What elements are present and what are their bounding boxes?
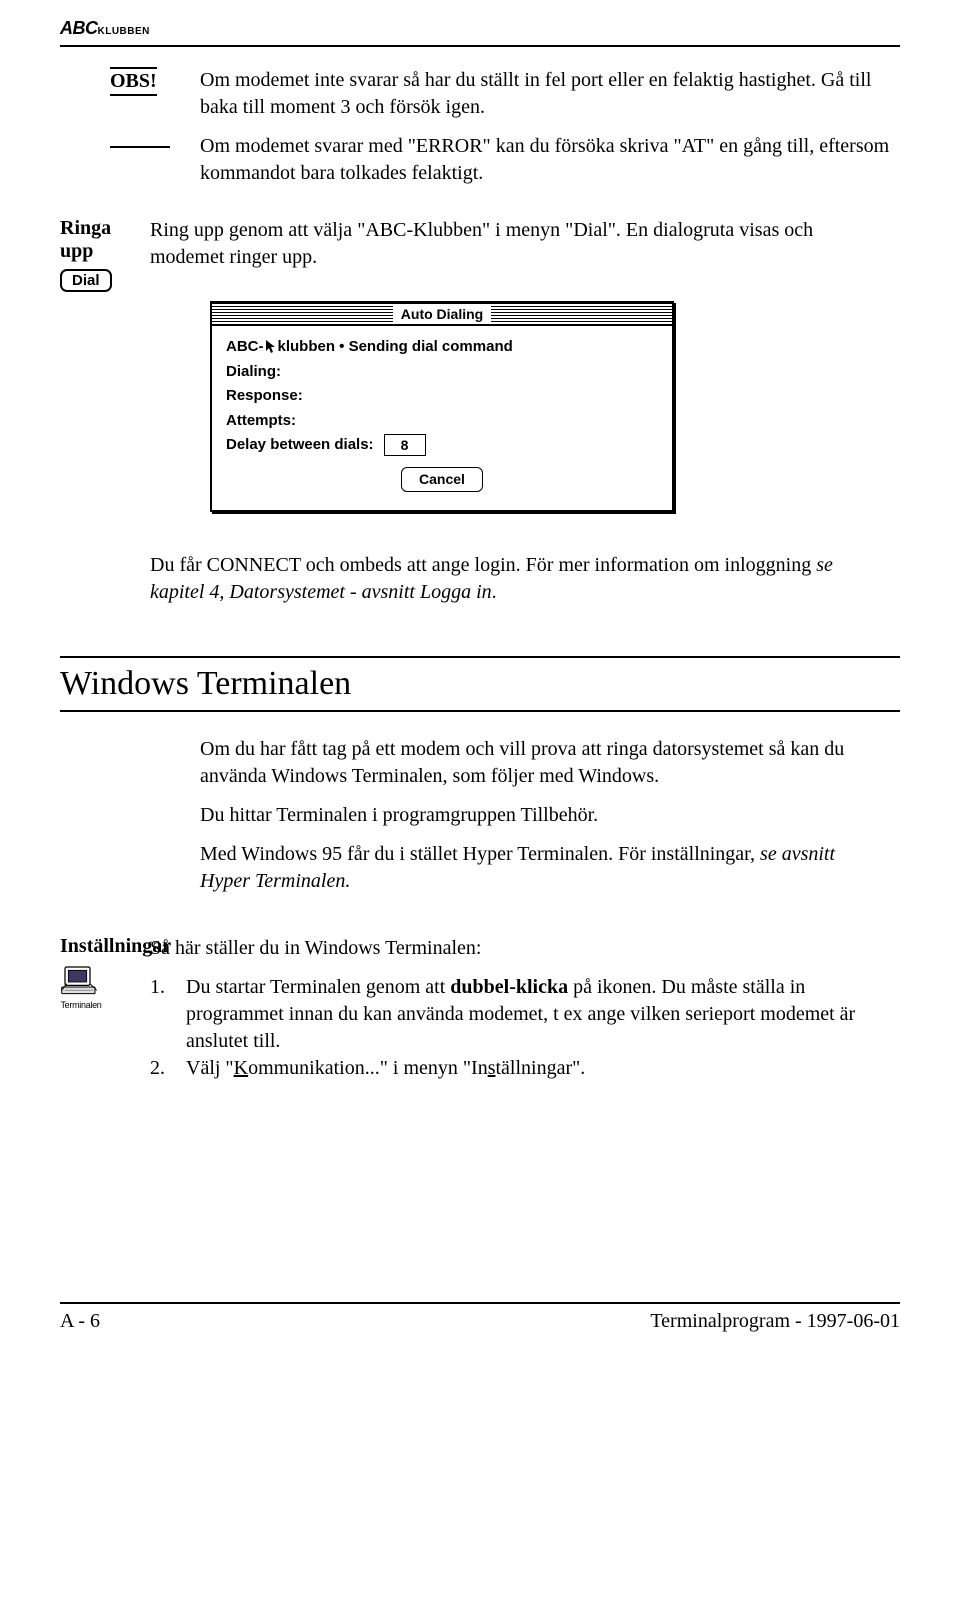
footer-doc-title: Terminalprogram - 1997-06-01 bbox=[650, 1310, 900, 1333]
dialog-titlebar: Auto Dialing bbox=[212, 303, 672, 326]
response-label: Response: bbox=[226, 385, 303, 408]
h1-rule-bottom bbox=[60, 710, 900, 712]
installningar-label: Inställningar bbox=[60, 935, 138, 958]
header-rule bbox=[60, 45, 900, 47]
terminal-icon bbox=[60, 964, 100, 1000]
h1-title: Windows Terminalen bbox=[60, 662, 900, 706]
delay-input[interactable]: 8 bbox=[384, 434, 426, 456]
obs-para-2: Om modemet svarar med "ERROR" kan du för… bbox=[200, 133, 890, 187]
dialog-title: Auto Dialing bbox=[393, 306, 491, 322]
instal-item-1: 1. Du startar Terminalen genom att dubbe… bbox=[150, 974, 890, 1055]
footer-page-num: A - 6 bbox=[60, 1310, 100, 1333]
installningar-section: Inställningar Terminalen Så här ställer … bbox=[10, 935, 900, 1082]
attempts-label: Attempts: bbox=[226, 410, 296, 433]
winterm-p1: Om du har fått tag på ett modem och vill… bbox=[200, 736, 890, 790]
footer-rule bbox=[60, 1302, 900, 1304]
connect-para: Du får CONNECT och ombeds att ange login… bbox=[150, 552, 890, 606]
header-logo: ABCKLUBBEN bbox=[60, 18, 900, 39]
dial-button[interactable]: Dial bbox=[60, 269, 112, 292]
page-footer: A - 6 Terminalprogram - 1997-06-01 bbox=[60, 1310, 900, 1333]
ringa-section: Ringa upp Dial Ring upp genom att välja … bbox=[10, 217, 900, 606]
winterm-section: Om du har fått tag på ett modem och vill… bbox=[60, 736, 900, 895]
winterm-p3: Med Windows 95 får du i stället Hyper Te… bbox=[200, 841, 890, 895]
h1-rule-top bbox=[60, 656, 900, 658]
cursor-icon bbox=[265, 339, 277, 355]
delay-label: Delay between dials: bbox=[226, 434, 374, 457]
dialog-status-line: ABC- klubben • Sending dial command bbox=[226, 336, 658, 359]
obs-underline bbox=[110, 146, 170, 148]
dialing-label: Dialing: bbox=[226, 361, 281, 384]
auto-dialing-dialog: Auto Dialing ABC- klubben • Sending dial… bbox=[210, 301, 674, 512]
obs-para-1: Om modemet inte svarar så har du ställt … bbox=[200, 67, 890, 121]
instal-item-2: 2. Välj "Kommunikation..." i menyn "Inst… bbox=[150, 1055, 890, 1082]
winterm-p2: Du hittar Terminalen i programgruppen Ti… bbox=[200, 802, 890, 829]
logo-klubben: KLUBBEN bbox=[98, 26, 150, 37]
ringa-para: Ring upp genom att välja "ABC-Klubben" i… bbox=[150, 217, 890, 271]
ringa-label: Ringa upp bbox=[60, 217, 138, 263]
obs-label: OBS! bbox=[110, 67, 157, 96]
cancel-button[interactable]: Cancel bbox=[401, 467, 483, 492]
windows-terminalen-heading: Windows Terminalen bbox=[60, 656, 900, 712]
instal-intro: Så här ställer du in Windows Terminalen: bbox=[150, 935, 890, 962]
obs-section: OBS! Om modemet inte svarar så har du st… bbox=[60, 67, 900, 187]
terminal-icon-caption: Terminalen bbox=[60, 1000, 102, 1010]
logo-abc: ABC bbox=[60, 18, 98, 38]
